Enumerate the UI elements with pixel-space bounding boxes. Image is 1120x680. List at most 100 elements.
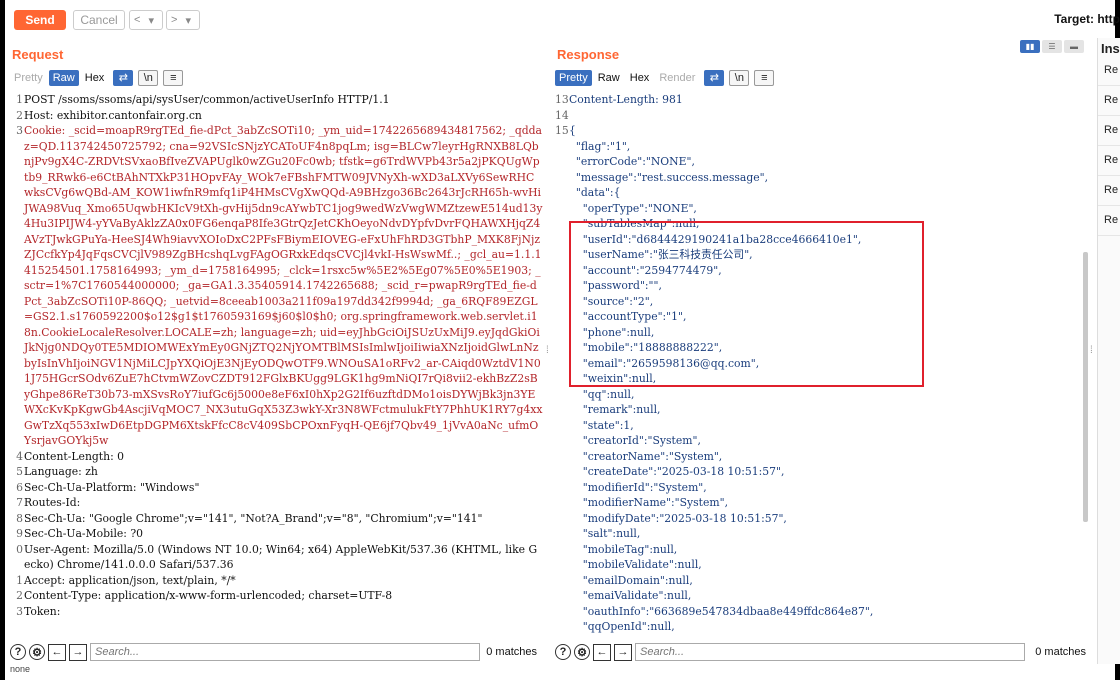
back-nav-group[interactable]: < ▾ [129,10,163,30]
response-editor[interactable]: 13 Content-Length: 981 14 15{ "flag":"1", "… [555,92,1092,638]
settings-icon[interactable]: ⚙ [29,644,45,660]
settings-icon[interactable]: ⚙ [574,644,590,660]
inspector-item[interactable]: Re [1098,206,1120,236]
back-menu-icon[interactable]: ▾ [144,14,158,27]
inspector-item[interactable]: Re [1098,146,1120,176]
tab-pretty[interactable]: Pretty [555,69,592,86]
line-number: 3 [16,604,23,618]
single-pane-icon[interactable]: ▬ [1064,40,1084,53]
response-matches-count: 0 matches [1035,646,1086,658]
help-icon[interactable]: ? [555,644,571,660]
line-number: 2 [16,589,23,602]
prev-match-icon[interactable]: ← [48,643,66,661]
next-match-icon[interactable]: → [69,643,87,661]
line-text: "message":"rest.success.message", [569,170,769,184]
help-icon[interactable]: ? [10,644,26,660]
line-text: "flag":"1", [569,139,631,153]
line-text: "operType":"NONE", [569,201,697,215]
response-search-input[interactable] [635,643,1025,661]
line-text: "qqOpenId":null, [569,620,675,633]
split-vertical-icon[interactable]: ☰ [1042,40,1062,53]
split-horizontal-icon[interactable]: ▮▮ [1020,40,1040,53]
request-search-input[interactable] [90,643,480,661]
line-number: 4 [16,449,23,463]
forward-icon[interactable]: > [167,14,181,26]
request-line: 0 User-Agent: Mozilla/5.0 (Windows NT 10.… [10,542,543,573]
line-number: 1 [16,573,23,587]
line-number [555,185,569,201]
pane-splitter[interactable]: ⁞ [546,345,549,356]
inspector-item[interactable]: Re [1098,86,1120,116]
next-match-icon[interactable]: → [614,643,632,661]
inspector-title: Ins [1101,41,1120,56]
line-number [555,356,569,372]
response-line: "creatorName":"System", [555,449,1092,465]
line-number [555,495,569,511]
response-line: "phone":null, [555,325,1092,341]
request-line: 1 POST /ssoms/ssoms/api/sysUser/common/ac… [10,92,543,108]
forward-nav-group[interactable]: > ▾ [166,10,200,30]
line-number [555,387,569,403]
inspector-item[interactable]: Re [1098,176,1120,206]
wrap-icon[interactable]: ⇄ [704,69,725,86]
line-number [555,542,569,558]
tab-raw[interactable]: Raw [594,70,624,86]
line-text: Content-Type: application/x-www-form-url… [24,589,393,602]
line-number [555,154,569,170]
line-text: "modifyDate":"2025-03-18 10:51:57", [569,511,787,525]
line-number [555,263,569,279]
tab-raw[interactable]: Raw [48,69,79,86]
line-text: "oauthInfo":"663689e547834dbaa8e449ffdc8… [569,604,874,618]
inspector-panel: Ins Re Re Re Re Re Re [1097,38,1120,664]
request-pane: Request Pretty Raw Hex ⇄ \n ≡ 1 POST /sso… [10,38,543,664]
forward-menu-icon[interactable]: ▾ [181,14,195,27]
line-number [555,371,569,387]
tab-pretty[interactable]: Pretty [10,70,47,86]
menu-icon[interactable]: ≡ [754,69,775,86]
line-text: "subTablesMap":null, [569,217,700,230]
line-number [555,573,569,589]
newline-icon[interactable]: \n [729,69,750,86]
menu-icon[interactable]: ≡ [163,69,184,86]
line-text: "phone":null, [569,325,655,339]
line-text: Content-Length: 0 [24,449,125,463]
line-number: 13 [555,93,569,106]
response-line: "subTablesMap":null, [555,216,1092,232]
prev-match-icon[interactable]: ← [593,643,611,661]
response-line: "operType":"NONE", [555,201,1092,217]
line-text: "createDate":"2025-03-18 10:51:57", [569,465,785,478]
response-line: 14 [555,108,1092,124]
line-number [555,588,569,604]
wrap-icon[interactable]: ⇄ [113,69,134,86]
cancel-button[interactable]: Cancel [73,10,125,30]
request-line: 2 Host: exhibitor.cantonfair.org.cn [10,108,543,124]
request-line: 2 Content-Type: application/x-www-form-ur… [10,588,543,604]
inspector-item[interactable]: Re [1098,116,1120,146]
line-number [555,526,569,542]
send-button[interactable]: Send [14,10,66,30]
line-text: Host: exhibitor.cantonfair.org.cn [24,108,202,122]
newline-icon[interactable]: \n [138,69,159,86]
line-text: Routes-Id: [24,496,81,509]
line-text: POST /ssoms/ssoms/api/sysUser/common/act… [24,93,390,106]
line-number [555,216,569,232]
back-icon[interactable]: < [130,14,144,26]
inspector-splitter[interactable]: ⁞ [1090,345,1093,356]
response-line: "mobileValidate":null, [555,557,1092,573]
line-number [555,201,569,217]
line-text: "emaiValidate":null, [569,589,692,602]
line-text: "accountType":"1", [569,310,687,323]
line-number: 15 [555,124,569,137]
line-number [555,619,569,635]
tab-render[interactable]: Render [655,70,699,86]
target-label[interactable]: Target: http [1054,12,1120,26]
inspector-item[interactable]: Re [1098,56,1120,86]
tab-hex[interactable]: Hex [81,70,109,86]
response-scrollbar[interactable] [1083,252,1088,522]
request-line: 3 Token: [10,604,543,620]
line-number [555,247,569,263]
request-editor[interactable]: 1 POST /ssoms/ssoms/api/sysUser/common/ac… [10,92,543,638]
tab-hex[interactable]: Hex [626,70,654,86]
line-number [555,402,569,418]
line-text: "email":"2659598136@qq.com", [569,356,760,370]
